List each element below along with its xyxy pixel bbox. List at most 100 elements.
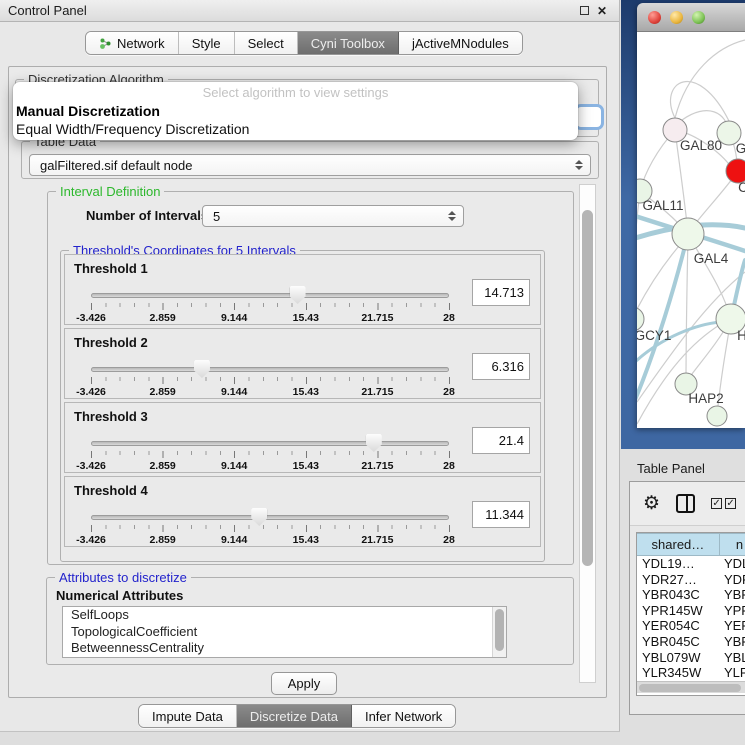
cell-shared-name[interactable]: YER054C (637, 618, 720, 634)
slider-track[interactable] (91, 441, 449, 446)
cell-shared-name[interactable]: YDR27… (637, 572, 720, 588)
tick-labels: -3.4262.8599.14415.4321.71528 (91, 312, 449, 324)
slider-handle[interactable] (251, 508, 267, 526)
threshold-slider[interactable]: -3.4262.8599.14415.4321.71528 (91, 437, 449, 473)
table-data-combobox[interactable]: galFiltered.sif default node (29, 154, 591, 176)
tick-labels: -3.4262.8599.14415.4321.71528 (91, 460, 449, 472)
close-icon[interactable]: ✕ (593, 4, 611, 18)
attribute-list-item[interactable]: TopologicalCoefficient (63, 624, 506, 641)
table-row[interactable]: YDR27… YDR2 (637, 572, 745, 588)
table-row[interactable]: YBL079W YBL0 (637, 650, 745, 666)
cell-name[interactable]: YLR3 (720, 665, 745, 681)
tick-label: 21.715 (361, 460, 393, 472)
close-traffic-light-icon[interactable] (648, 11, 661, 24)
cell-name[interactable]: YER0 (720, 618, 745, 634)
table-row[interactable]: YDL19… YDL1 (637, 556, 745, 572)
cell-shared-name[interactable]: YLR345W (637, 665, 720, 681)
cell-shared-name[interactable]: YBL079W (637, 650, 720, 666)
columns-icon[interactable] (676, 494, 695, 513)
panel-title: Control Panel (8, 3, 575, 18)
attributes-scrollbar[interactable] (492, 607, 506, 657)
threshold-row: Threshold 4 -3.4262.8599.14415.4321.7152… (64, 476, 541, 547)
popup-option-manual-discretization[interactable]: Manual Discretization (13, 102, 578, 120)
cell-shared-name[interactable]: YBR045C (637, 634, 720, 650)
cell-shared-name[interactable]: YDL19… (637, 556, 720, 572)
cell-name[interactable]: YDR2 (720, 572, 745, 588)
threshold-slider[interactable]: -3.4262.8599.14415.4321.71528 (91, 511, 449, 547)
network-node[interactable] (672, 218, 704, 250)
table-row[interactable]: YER054C YER0 (637, 618, 745, 634)
slider-track[interactable] (91, 293, 449, 298)
apply-button[interactable]: Apply (271, 672, 337, 695)
tab-select[interactable]: Select (235, 32, 298, 54)
column-header-shared-name[interactable]: shared… (637, 533, 720, 556)
scrollbar-thumb[interactable] (639, 684, 741, 692)
threshold-value-field[interactable] (472, 501, 530, 528)
slider-handle[interactable] (194, 360, 210, 378)
slider-track[interactable] (91, 515, 449, 520)
scrollbar-thumb[interactable] (495, 609, 504, 651)
cell-name[interactable]: YBL0 (720, 650, 745, 666)
threshold-slider[interactable]: -3.4262.8599.14415.4321.71528 (91, 363, 449, 399)
table-horizontal-scrollbar[interactable] (637, 681, 745, 693)
threshold-value-field[interactable] (472, 279, 530, 306)
tab-network[interactable]: Network (86, 32, 179, 54)
cell-shared-name[interactable]: YPR145W (637, 603, 720, 619)
tab-jactivemnodules[interactable]: jActiveMNodules (399, 32, 522, 54)
attribute-items: SelfLoopsTopologicalCoefficientBetweenne… (63, 607, 506, 657)
tab-impute-data[interactable]: Impute Data (139, 705, 237, 727)
attribute-list-item[interactable]: BetweennessCentrality (63, 640, 506, 657)
combobox-value: galFiltered.sif default node (40, 158, 192, 173)
threshold-slider[interactable]: -3.4262.8599.14415.4321.71528 (91, 289, 449, 325)
checkbox-icon[interactable]: ✓ (725, 498, 736, 509)
slider-handle[interactable] (366, 434, 382, 452)
node-label: HAP2 (688, 391, 723, 406)
cell-shared-name[interactable]: YBR043C (637, 587, 720, 603)
tab-label: Discretize Data (250, 709, 338, 724)
table-row[interactable]: YBR043C YBR0 (637, 587, 745, 603)
cell-name[interactable]: YBR0 (720, 634, 745, 650)
node-attribute-table[interactable]: shared… n YDL19… YDL1YDR27… YDR2YBR043C … (636, 532, 745, 696)
popup-option-equal-width-frequency[interactable]: Equal Width/Frequency Discretization (13, 120, 578, 138)
number-of-intervals-combobox[interactable]: 5 (202, 205, 464, 227)
attributes-to-discretize-group: Attributes to discretize Numerical Attri… (46, 577, 574, 665)
panel-scrollbar[interactable] (579, 184, 596, 683)
table-row[interactable]: YPR145W YPR1 (637, 603, 745, 619)
network-canvas[interactable]: GAL80GCGAL11GAL4GCY1HHAP2 (637, 32, 745, 428)
tick-label: 2.859 (149, 460, 175, 472)
scrollbar-thumb[interactable] (582, 210, 593, 566)
attribute-list-item[interactable]: SelfLoops (63, 607, 506, 624)
tab-cyni-toolbox[interactable]: Cyni Toolbox (298, 32, 399, 54)
tick-label: 15.43 (293, 460, 319, 472)
gear-icon[interactable]: ⚙ (643, 494, 660, 513)
threshold-value-field[interactable] (472, 427, 530, 454)
threshold-value-field[interactable] (472, 353, 530, 380)
tab-discretize-data[interactable]: Discretize Data (237, 705, 352, 727)
tab-infer-network[interactable]: Infer Network (352, 705, 455, 727)
network-node[interactable] (707, 406, 727, 426)
node-label: GCY1 (637, 328, 671, 343)
numerical-attributes-list[interactable]: SelfLoopsTopologicalCoefficientBetweenne… (62, 606, 507, 658)
tab-style[interactable]: Style (179, 32, 235, 54)
zoom-traffic-light-icon[interactable] (692, 11, 705, 24)
checkbox-icon[interactable]: ✓ (711, 498, 722, 509)
slider-track[interactable] (91, 367, 449, 372)
cell-name[interactable]: YDL1 (720, 556, 745, 572)
checkbox-icons: ✓ ✓ (711, 498, 736, 509)
table-row[interactable]: YLR345W YLR3 (637, 665, 745, 681)
node-label: GAL80 (680, 138, 722, 153)
threshold-label: Threshold 3 (74, 409, 148, 424)
minimize-traffic-light-icon[interactable] (670, 11, 683, 24)
float-window-icon[interactable] (575, 3, 593, 18)
cell-name[interactable]: YPR1 (720, 603, 745, 619)
bottom-tab-bar: Impute Data Discretize Data Infer Networ… (138, 704, 456, 728)
tick-label: -3.426 (76, 386, 106, 398)
cell-name[interactable]: YBR0 (720, 587, 745, 603)
slider-handle[interactable] (290, 286, 306, 304)
table-row[interactable]: YBR045C YBR0 (637, 634, 745, 650)
tick-label: 21.715 (361, 312, 393, 324)
algorithm-combobox[interactable] (574, 104, 604, 130)
column-header-name[interactable]: n (720, 533, 745, 556)
algorithm-dropdown-popup: Select algorithm to view settings Manual… (13, 82, 578, 140)
tick-labels: -3.4262.8599.14415.4321.71528 (91, 534, 449, 546)
